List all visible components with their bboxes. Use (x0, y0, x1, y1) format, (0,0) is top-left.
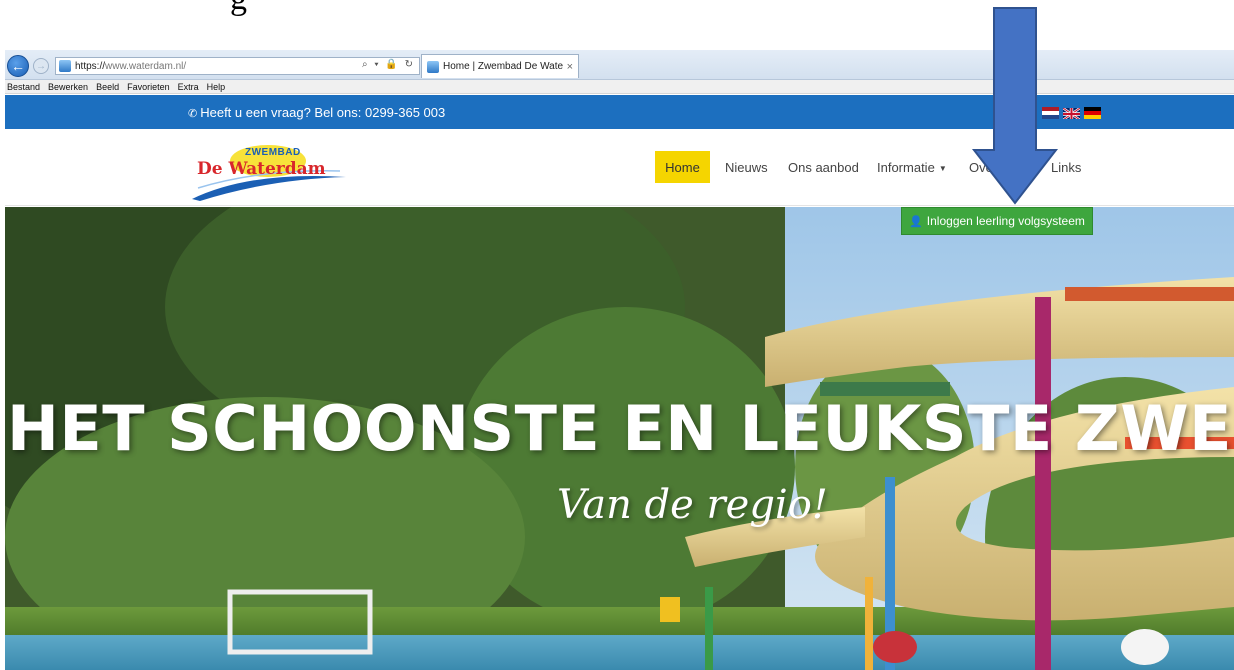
menu-favorieten[interactable]: Favorieten (127, 82, 170, 92)
menu-extra[interactable]: Extra (178, 82, 199, 92)
forward-arrow-icon[interactable]: → (33, 58, 49, 74)
login-student-tracking-button[interactable]: 👤 Inloggen leerling volgsysteem (901, 207, 1093, 235)
caret-down-icon: ▼ (938, 164, 947, 173)
nav-ons-aanbod[interactable]: Ons aanbod (788, 160, 859, 175)
menu-bestand[interactable]: Bestand (7, 82, 40, 92)
address-bar[interactable]: https:// www.waterdam.nl/ ⌕ ▾ 🔒 ↻ (55, 57, 420, 75)
logo-word-waterdam: Waterdam (228, 159, 326, 179)
nav-informatie[interactable]: Informatie ▼ (877, 160, 947, 175)
address-domain: www.waterdam.nl/ (105, 60, 187, 72)
logo-title: De Waterdam (197, 159, 326, 179)
user-icon: 👤 (909, 215, 923, 228)
annotation-down-arrow-icon (971, 7, 1059, 205)
uk-flag-icon[interactable] (1063, 107, 1080, 119)
logo-subtitle: ZWEMBAD (245, 147, 301, 158)
phone-contact[interactable]: ✆ Heeft u een vraag? Bel ons: 0299-365 00… (188, 105, 445, 120)
close-tab-icon[interactable]: × (567, 61, 573, 73)
phone-text: Heeft u een vraag? Bel ons: 0299-365 003 (200, 105, 446, 120)
login-button-label: Inloggen leerling volgsysteem (926, 214, 1085, 228)
site-favicon-icon (59, 60, 71, 72)
browser-tab[interactable]: Home | Zwembad De Water... × (421, 54, 579, 78)
hero-subtitle: Van de regio! (557, 482, 828, 528)
document-text-fragment: g (230, 0, 247, 40)
nav-nieuws[interactable]: Nieuws (725, 160, 768, 175)
de-flag-icon[interactable] (1084, 107, 1101, 119)
menu-bewerken[interactable]: Bewerken (48, 82, 88, 92)
hero-banner: 👤 Inloggen leerling volgsysteem HET SCHOO… (5, 207, 1234, 670)
site-logo[interactable]: ZWEMBAD De Waterdam (190, 141, 350, 201)
tab-title: Home | Zwembad De Water... (443, 61, 563, 72)
address-scheme: https:// (75, 60, 106, 72)
search-refresh-icons[interactable]: ⌕ ▾ 🔒 ↻ (362, 59, 415, 70)
hero-title: HET SCHOONSTE EN LEUKSTE ZWEMI (7, 392, 1234, 465)
menu-help[interactable]: Help (207, 82, 226, 92)
nav-informatie-label: Informatie (877, 160, 935, 175)
nav-home[interactable]: Home (655, 151, 710, 183)
tab-favicon-icon (427, 60, 439, 73)
back-arrow-icon[interactable]: ← (7, 55, 29, 77)
menu-beeld[interactable]: Beeld (96, 82, 119, 92)
logo-word-de: De (197, 159, 223, 179)
phone-icon: ✆ (188, 108, 198, 120)
